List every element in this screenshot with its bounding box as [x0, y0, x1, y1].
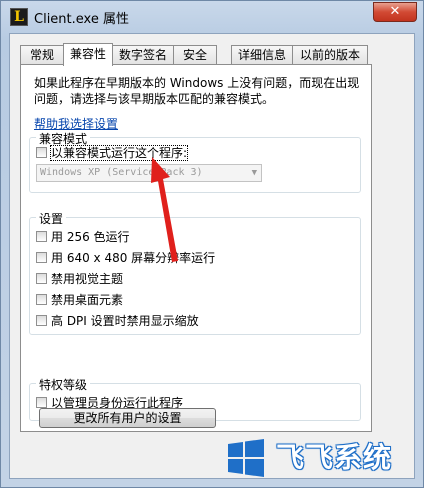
checkbox[interactable] — [36, 273, 47, 284]
option-disable-dpi-scaling[interactable]: 高 DPI 设置时禁用显示缩放 — [36, 313, 199, 329]
watermark-text: 飞飞系统 — [276, 441, 393, 474]
chevron-down-icon: ▼ — [251, 168, 257, 178]
tab-compatibility[interactable]: 兼容性 — [63, 43, 113, 66]
option-label: 禁用视觉主题 — [51, 272, 124, 286]
close-button[interactable]: ✕ — [373, 2, 417, 22]
privilege-legend: 特权等级 — [36, 376, 91, 393]
properties-window: L Client.exe 属性 ✕ 常规 兼容性 数字签名 安全 详细信息 以前… — [0, 0, 424, 488]
option-256-colors[interactable]: 用 256 色运行 — [36, 229, 130, 245]
title-bar[interactable]: L Client.exe 属性 ✕ — [1, 1, 423, 33]
option-640x480[interactable]: 用 640 x 480 屏幕分辨率运行 — [36, 250, 215, 266]
app-icon: L — [10, 8, 28, 26]
change-settings-all-users-button[interactable]: 更改所有用户的设置 — [39, 408, 216, 428]
tab-details[interactable]: 详细信息 — [231, 45, 293, 64]
window-title: Client.exe 属性 — [34, 12, 129, 27]
option-disable-desktop-composition[interactable]: 禁用桌面元素 — [36, 292, 123, 308]
option-label: 高 DPI 设置时禁用显示缩放 — [51, 314, 199, 328]
settings-legend: 设置 — [36, 210, 67, 227]
option-label: 用 640 x 480 屏幕分辨率运行 — [51, 251, 216, 265]
tab-general[interactable]: 常规 — [20, 45, 64, 64]
arrow-shape — [151, 157, 178, 262]
checkbox[interactable] — [36, 231, 47, 242]
option-label: 禁用桌面元素 — [51, 293, 124, 307]
close-icon: ✕ — [389, 4, 401, 19]
windows-logo-icon — [228, 439, 264, 477]
run-as-admin-checkbox[interactable] — [36, 397, 47, 408]
intro-text: 如果此程序在早期版本的 Windows 上没有问题，而现在出现问题，请选择与该早… — [34, 76, 360, 106]
settings-group: 设置 用 256 色运行 用 640 x 480 屏幕分辨率运行 禁用视觉主题 … — [29, 210, 361, 335]
compat-mode-checkbox[interactable] — [36, 147, 47, 158]
checkbox[interactable] — [36, 294, 47, 305]
tab-previous-versions[interactable]: 以前的版本 — [292, 45, 368, 64]
option-label: 用 256 色运行 — [51, 230, 130, 244]
compatibility-panel: 如果此程序在早期版本的 Windows 上没有问题，而现在出现问题，请选择与该早… — [20, 64, 372, 432]
checkbox[interactable] — [36, 315, 47, 326]
option-disable-visual-themes[interactable]: 禁用视觉主题 — [36, 271, 123, 287]
tab-digital-signatures[interactable]: 数字签名 — [112, 45, 174, 64]
compat-mode-group: 兼容模式 以兼容模式运行这个程序: Windows XP (Service Pa… — [29, 130, 361, 193]
checkbox[interactable] — [36, 252, 47, 263]
red-arrow-annotation — [151, 157, 178, 262]
dialog-client-area: 常规 兼容性 数字签名 安全 详细信息 以前的版本 如果此程序在早期版本的 Wi… — [9, 33, 415, 479]
tab-security[interactable]: 安全 — [173, 45, 217, 64]
watermark: 飞飞系统 — [226, 430, 424, 488]
